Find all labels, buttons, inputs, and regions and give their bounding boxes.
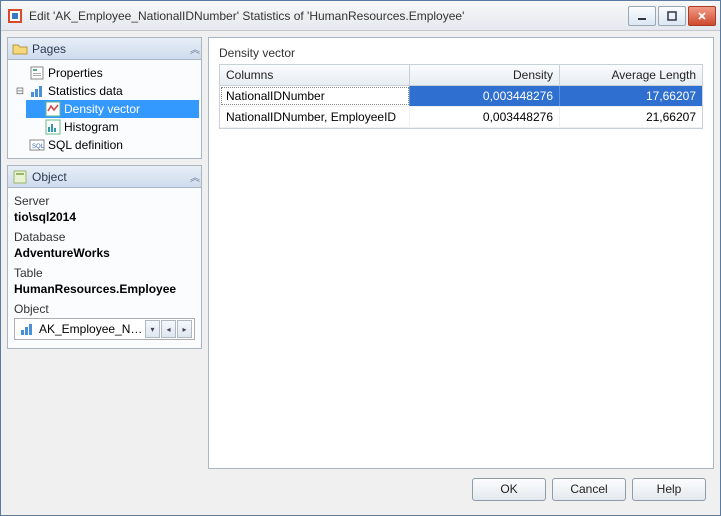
tree-item-label: Histogram xyxy=(64,120,119,134)
object-panel-header[interactable]: Object ︽ xyxy=(8,166,201,188)
window-buttons xyxy=(628,6,716,26)
combo-next-button[interactable]: ▸ xyxy=(177,320,192,338)
right-column: Density vector Columns Density Average L… xyxy=(208,37,714,509)
ok-button[interactable]: OK xyxy=(472,478,546,501)
object-combo[interactable]: AK_Employee_Natio... ▾ ◂ ▸ xyxy=(14,318,195,340)
window-title: Edit 'AK_Employee_NationalIDNumber' Stat… xyxy=(29,9,628,23)
collapse-icon: ︽ xyxy=(190,41,197,56)
column-header-density[interactable]: Density xyxy=(410,65,560,85)
tree-item-statistics-data[interactable]: ⊟ Statistics data xyxy=(10,82,199,100)
cell-avg-length: 17,66207 xyxy=(560,86,702,106)
tree-item-label: SQL definition xyxy=(48,138,123,152)
tree-item-density-vector[interactable]: Density vector xyxy=(26,100,199,118)
server-label: Server xyxy=(14,194,195,208)
tree-item-label: Density vector xyxy=(64,102,140,116)
server-value: tio\sql2014 xyxy=(14,210,195,224)
button-bar: OK Cancel Help xyxy=(208,469,714,509)
grid-header: Columns Density Average Length xyxy=(220,65,702,86)
table-row[interactable]: NationalIDNumber, EmployeeID 0,003448276… xyxy=(220,107,702,128)
pages-panel-header[interactable]: Pages ︽ xyxy=(8,38,201,60)
chart-icon xyxy=(29,83,45,99)
object-panel-title: Object xyxy=(32,170,190,184)
tree-item-label: Statistics data xyxy=(48,84,123,98)
object-icon xyxy=(12,169,28,185)
dialog-body: Pages ︽ Properties ⊟ Statistics data xyxy=(1,31,720,515)
tree-item-properties[interactable]: Properties xyxy=(10,64,199,82)
database-value: AdventureWorks xyxy=(14,246,195,260)
object-panel: Object ︽ Server tio\sql2014 Database Adv… xyxy=(7,165,202,349)
properties-icon xyxy=(29,65,45,81)
left-column: Pages ︽ Properties ⊟ Statistics data xyxy=(7,37,202,509)
tree-item-histogram[interactable]: Histogram xyxy=(26,118,199,136)
combo-dropdown-button[interactable]: ▾ xyxy=(145,320,160,338)
tree-item-sql-definition[interactable]: SQL SQL definition xyxy=(10,136,199,154)
tree-toggle-expanded[interactable]: ⊟ xyxy=(14,86,26,97)
table-value: HumanResources.Employee xyxy=(14,282,195,296)
minimize-button[interactable] xyxy=(628,6,656,26)
cell-density: 0,003448276 xyxy=(410,107,560,127)
cell-columns: NationalIDNumber xyxy=(220,86,410,106)
pages-tree: Properties ⊟ Statistics data Density vec… xyxy=(8,60,201,158)
cell-avg-length: 21,66207 xyxy=(560,107,702,127)
svg-text:SQL: SQL xyxy=(32,144,45,150)
column-header-avg-length[interactable]: Average Length xyxy=(560,65,702,85)
pages-panel-title: Pages xyxy=(32,42,190,56)
close-button[interactable] xyxy=(688,6,716,26)
app-icon xyxy=(7,8,23,24)
object-panel-body: Server tio\sql2014 Database AdventureWor… xyxy=(8,188,201,348)
main-panel: Density vector Columns Density Average L… xyxy=(208,37,714,469)
histogram-icon xyxy=(45,119,61,135)
pages-panel: Pages ︽ Properties ⊟ Statistics data xyxy=(7,37,202,159)
cell-columns: NationalIDNumber, EmployeeID xyxy=(220,107,410,127)
collapse-icon: ︽ xyxy=(190,169,197,184)
combo-prev-button[interactable]: ◂ xyxy=(161,320,176,338)
density-grid: Columns Density Average Length NationalI… xyxy=(219,64,703,129)
folder-icon xyxy=(12,41,28,57)
dialog-window: Edit 'AK_Employee_NationalIDNumber' Stat… xyxy=(0,0,721,516)
density-icon xyxy=(45,101,61,117)
column-header-columns[interactable]: Columns xyxy=(220,65,410,85)
help-button[interactable]: Help xyxy=(632,478,706,501)
maximize-button[interactable] xyxy=(658,6,686,26)
cancel-button[interactable]: Cancel xyxy=(552,478,626,501)
tree-item-label: Properties xyxy=(48,66,103,80)
table-row[interactable]: NationalIDNumber 0,003448276 17,66207 xyxy=(220,86,702,107)
object-combo-text: AK_Employee_Natio... xyxy=(39,322,144,336)
database-label: Database xyxy=(14,230,195,244)
titlebar: Edit 'AK_Employee_NationalIDNumber' Stat… xyxy=(1,1,720,31)
cell-density: 0,003448276 xyxy=(410,86,560,106)
stats-icon xyxy=(19,321,35,337)
table-label: Table xyxy=(14,266,195,280)
sql-icon: SQL xyxy=(29,137,45,153)
section-label: Density vector xyxy=(219,46,703,60)
object-label: Object xyxy=(14,302,195,316)
tree-children: Density vector Histogram xyxy=(10,100,199,136)
